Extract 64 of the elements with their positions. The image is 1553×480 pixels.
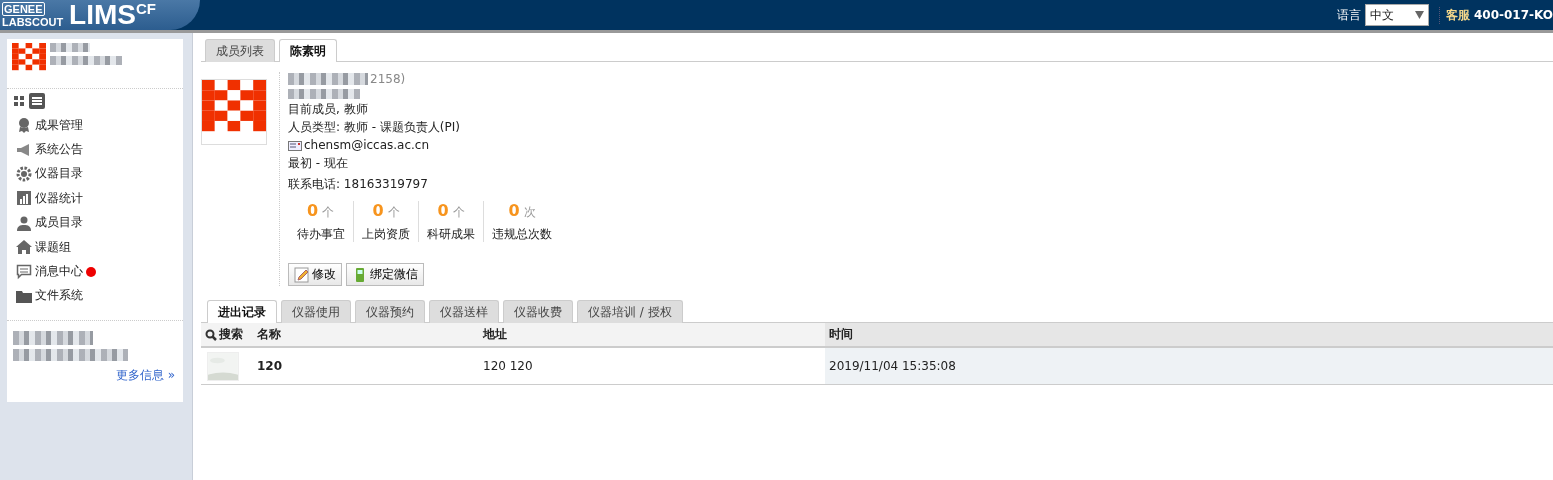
search-button[interactable]: 搜索 xyxy=(201,326,253,343)
pixelated-text xyxy=(50,56,122,65)
pixelated-text xyxy=(50,43,90,52)
language-select[interactable]: 中文 xyxy=(1364,4,1429,26)
megaphone-icon xyxy=(16,141,32,158)
sidebar-item[interactable]: 仪器目录 xyxy=(7,161,183,187)
house-icon xyxy=(16,239,32,256)
table-cell-text: 120 xyxy=(256,359,284,373)
list-view-icon[interactable] xyxy=(29,93,45,109)
column-header: 时间 xyxy=(825,323,1553,346)
envelope-icon xyxy=(288,140,302,151)
bar-chart-icon xyxy=(16,190,32,207)
tab[interactable]: 仪器培训 / 授权 xyxy=(577,300,683,323)
column-header: 名称 xyxy=(256,326,282,343)
column-header: 地址 xyxy=(481,326,508,343)
language-label: 语言 xyxy=(1336,6,1361,24)
grid-view-icon[interactable] xyxy=(13,95,25,107)
logo-text: GENEE xyxy=(2,2,45,16)
avatar-icon xyxy=(201,79,267,145)
table-cell-text: 120 120 xyxy=(482,359,534,373)
avatar-icon xyxy=(12,43,46,71)
caret-icon xyxy=(1414,11,1424,19)
stat-label: 科研成果 xyxy=(427,227,475,242)
member-status: 目前成员, 教师 xyxy=(288,102,369,117)
person-icon xyxy=(16,214,32,231)
stat-value: 0 个 xyxy=(306,201,335,221)
tab[interactable]: 仪器预约 xyxy=(355,300,425,323)
sidebar-item[interactable]: 课题组 xyxy=(7,234,183,260)
service-hotline: 客服 400-017-KO xyxy=(1438,6,1553,24)
sidebar-item[interactable]: 成果管理 xyxy=(7,113,183,138)
pencil-icon xyxy=(294,266,310,283)
tab[interactable]: 成员列表 xyxy=(205,39,275,62)
pixelated-text xyxy=(288,89,360,99)
bind-wechat-button[interactable]: 绑定微信 xyxy=(346,263,424,286)
award-icon xyxy=(16,117,32,134)
logo-text: LABSCOUT xyxy=(2,16,64,28)
tab[interactable]: 仪器送样 xyxy=(429,300,499,323)
tab[interactable]: 陈素明 xyxy=(279,39,337,62)
tab[interactable]: 仪器收费 xyxy=(503,300,573,323)
sidebar-item[interactable]: 仪器统计 xyxy=(7,186,183,211)
stat-value: 0 个 xyxy=(372,201,400,221)
stat-label: 上岗资质 xyxy=(362,227,410,242)
search-icon xyxy=(205,328,217,341)
sidebar-item[interactable]: 文件系统 xyxy=(7,283,183,309)
logo-text: LIMS$^{CF}$ xyxy=(69,0,156,31)
gear-icon xyxy=(16,165,32,182)
membership-period: 最初 - 现在 xyxy=(288,156,349,171)
edit-button[interactable]: 修改 xyxy=(288,263,342,286)
stat-value: 0 次 xyxy=(508,201,536,221)
sidebar-item[interactable]: 成员目录 xyxy=(7,210,183,235)
member-id: 2158) xyxy=(370,72,406,86)
stat-label: 待办事宜 xyxy=(296,227,345,242)
email: chensm@iccas.ac.cn xyxy=(304,138,430,153)
tab[interactable]: 仪器使用 xyxy=(281,300,351,323)
stat-label: 违规总次数 xyxy=(492,227,552,242)
tab[interactable]: 进出记录 xyxy=(207,300,277,323)
chat-icon xyxy=(16,263,32,280)
sidebar-item[interactable]: 系统公告 xyxy=(7,137,183,162)
stat-value: 0 个 xyxy=(437,201,465,221)
phone-number: 联系电话: 18163319797 xyxy=(288,177,429,192)
sidebar-item[interactable]: 消息中心 xyxy=(7,259,183,284)
table-cell: 2019/11/04 15:35:08 xyxy=(825,348,1553,384)
more-info-link[interactable]: 更多信息 » xyxy=(115,367,175,385)
member-type: 人员类型: 教师 - 课题负责人(PI) xyxy=(288,120,461,135)
